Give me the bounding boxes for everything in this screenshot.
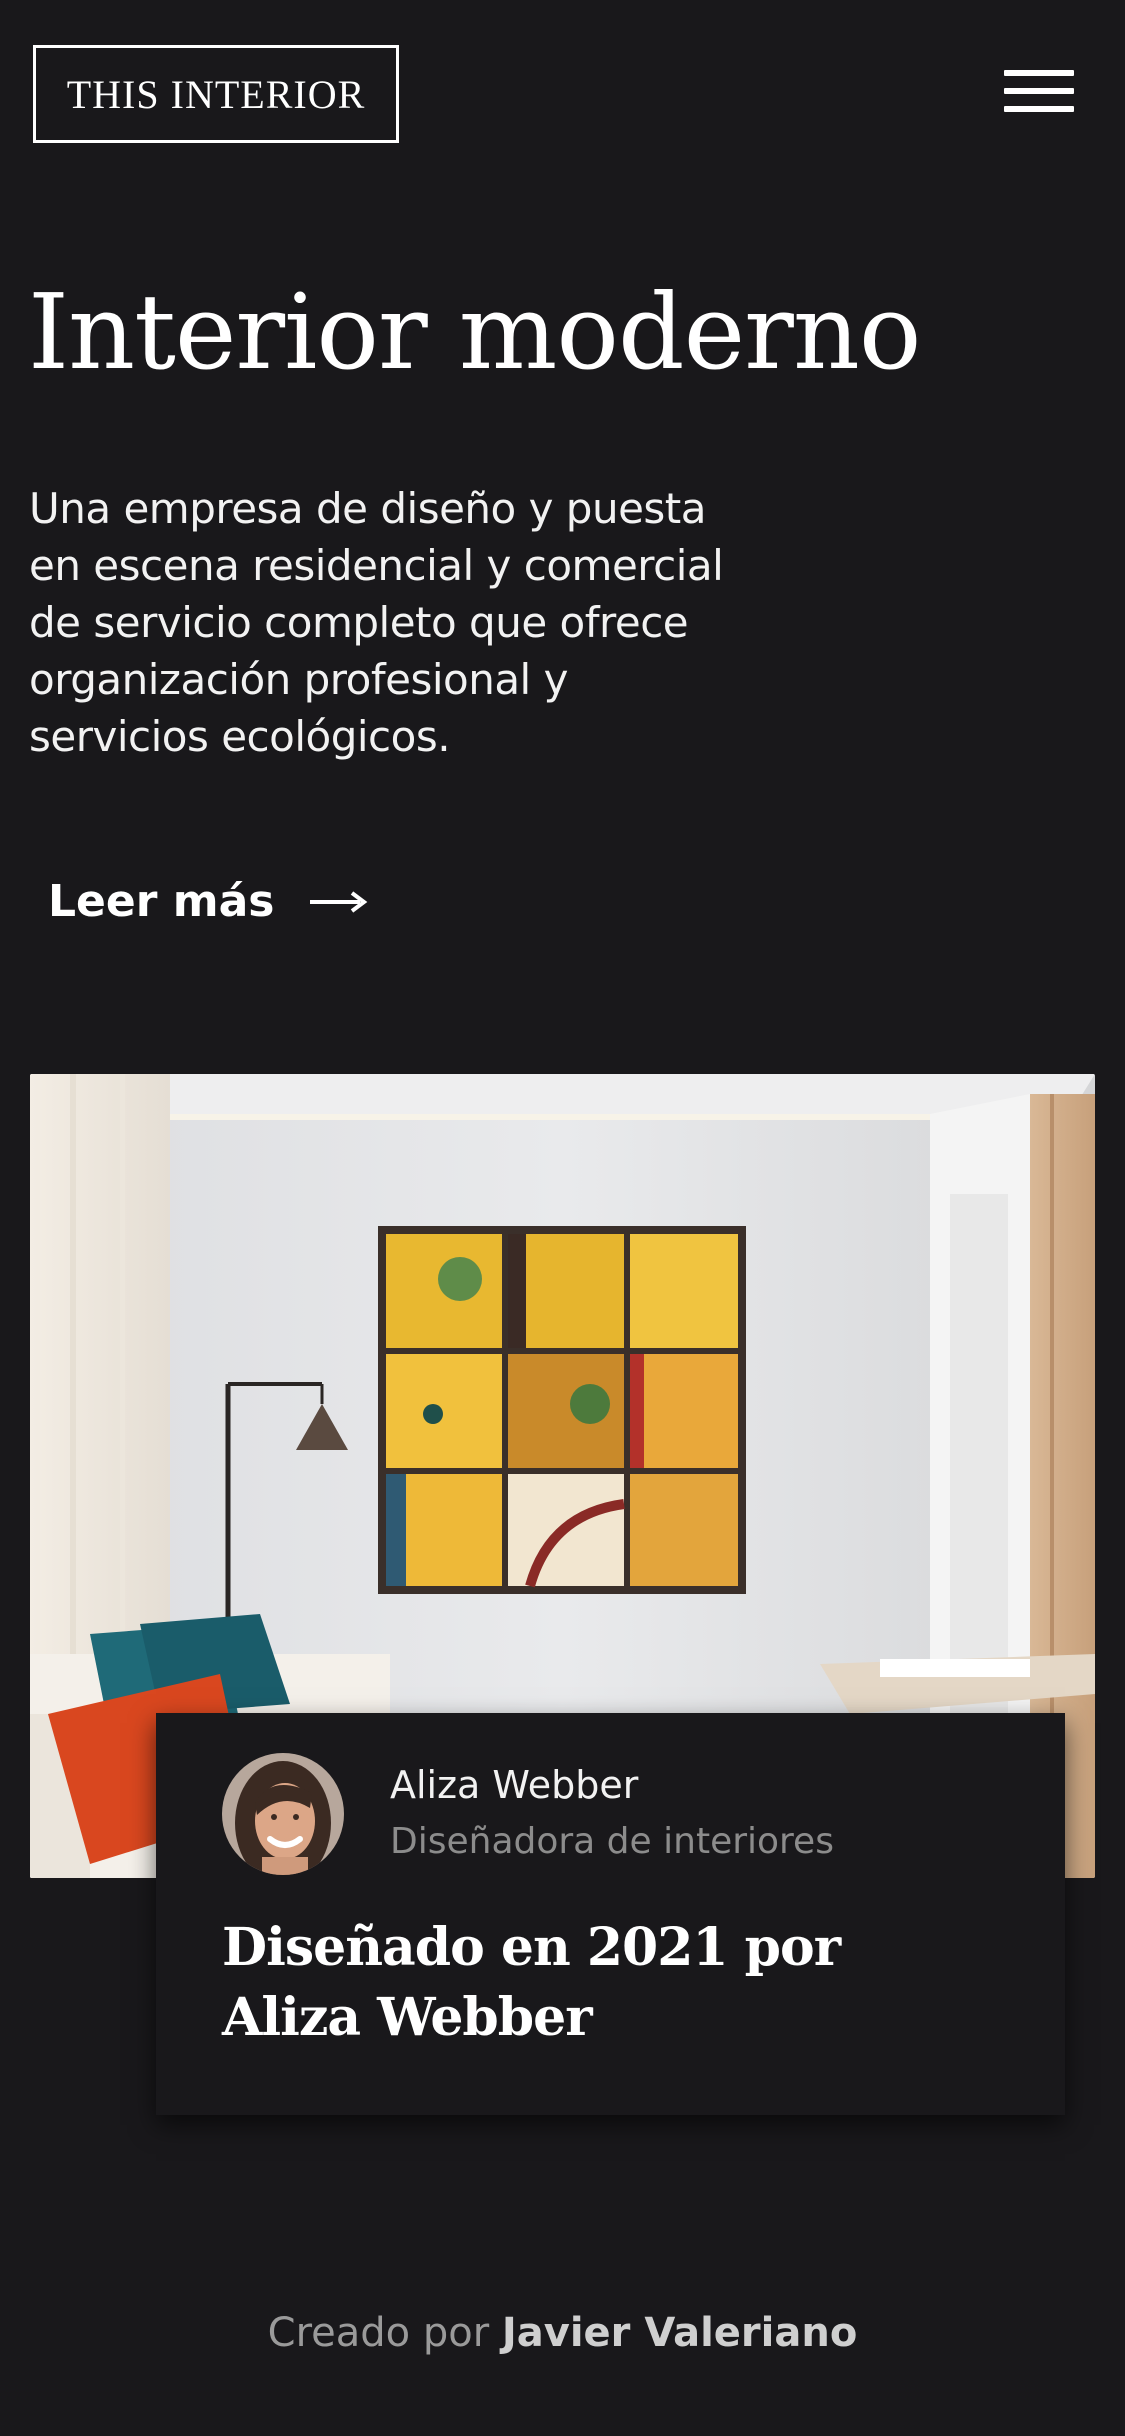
author-name: Aliza Webber	[390, 1763, 639, 1807]
footer-author-link[interactable]: Javier Valeriano	[502, 2310, 857, 2356]
footer-credit: Creado por Javier Valeriano	[0, 2310, 1125, 2356]
card-title: Diseñado en 2021 por Aliza Webber	[222, 1917, 841, 2048]
footer-prefix: Creado por	[267, 2310, 490, 2356]
logo-button[interactable]: THIS INTERIOR	[33, 45, 399, 143]
logo-text: THIS INTERIOR	[66, 71, 366, 117]
hero-title: Interior moderno	[28, 271, 921, 393]
author-role: Diseñadora de interiores	[390, 1821, 834, 1862]
arrow-right-icon	[310, 890, 368, 913]
hamburger-menu-icon[interactable]	[1002, 66, 1078, 122]
avatar	[222, 1753, 344, 1875]
read-more-link[interactable]: Leer más	[48, 876, 368, 927]
designer-card[interactable]: Aliza Webber Diseñadora de interiores Di…	[156, 1713, 1065, 2115]
read-more-label: Leer más	[48, 876, 275, 927]
hero-description: Una empresa de diseño y puesta en escena…	[29, 484, 724, 761]
